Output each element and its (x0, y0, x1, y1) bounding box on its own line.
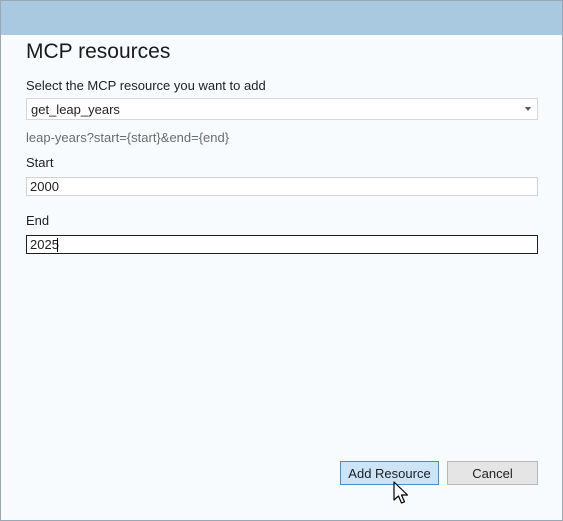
start-field[interactable] (26, 177, 538, 196)
add-resource-button[interactable]: Add Resource (340, 461, 439, 485)
mouse-cursor-icon (393, 481, 409, 504)
end-label: End (26, 213, 50, 228)
end-input[interactable] (27, 236, 537, 253)
uri-template-hint: leap-years?start={start}&end={end} (26, 130, 230, 145)
chevron-down-icon[interactable] (525, 107, 531, 111)
resource-select[interactable]: get_leap_years (26, 98, 538, 120)
end-field[interactable] (26, 235, 538, 254)
title-bar[interactable] (1, 1, 562, 35)
resource-select-value: get_leap_years (31, 102, 120, 117)
text-caret (57, 238, 58, 252)
dialog-title: MCP resources (26, 40, 171, 63)
cancel-button[interactable]: Cancel (447, 461, 538, 485)
start-input[interactable] (27, 178, 537, 195)
resource-select-label: Select the MCP resource you want to add (26, 78, 266, 93)
start-label: Start (26, 155, 54, 170)
mcp-resources-dialog: MCP resources Select the MCP resource yo… (0, 0, 563, 521)
